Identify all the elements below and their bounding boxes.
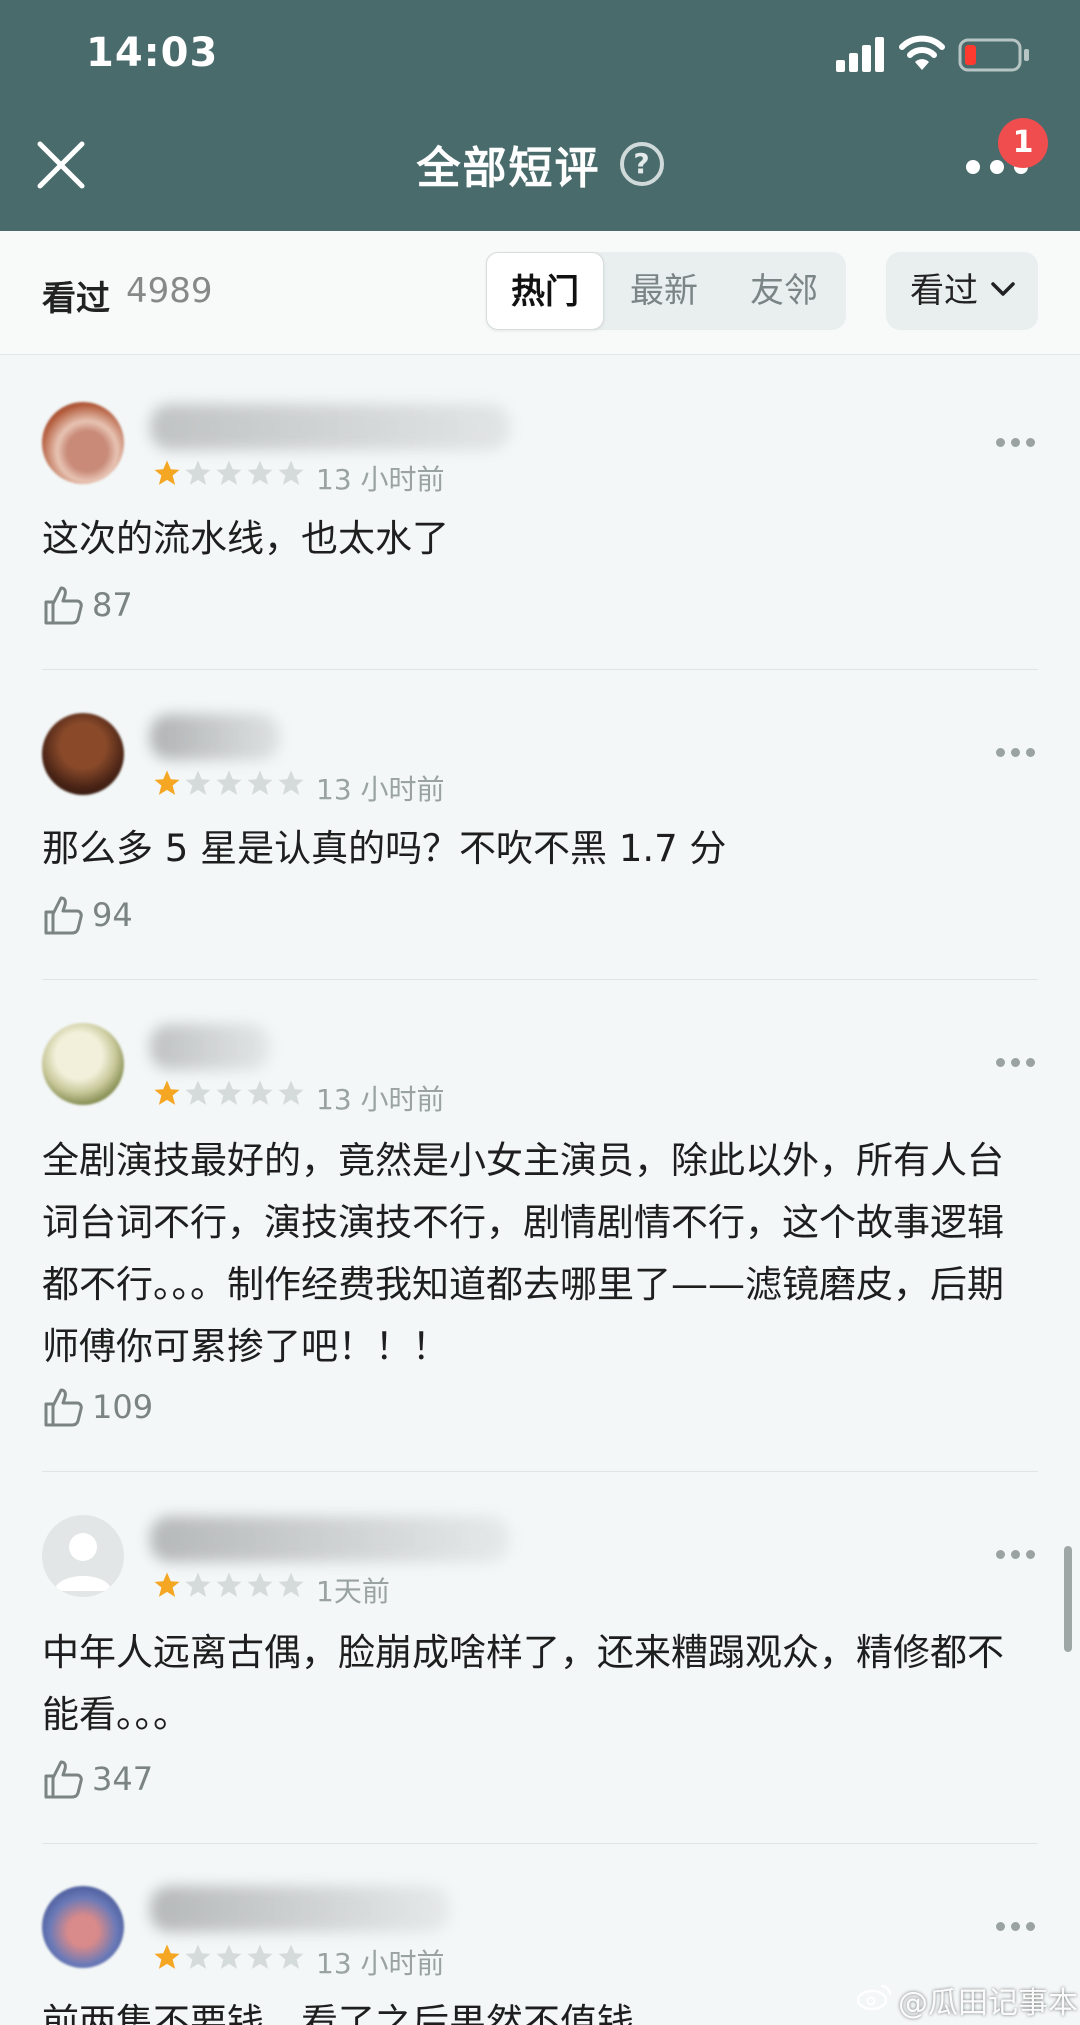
username[interactable] bbox=[150, 1024, 270, 1070]
sort-tabs: 热门 最新 友邻 bbox=[486, 252, 846, 330]
scrollbar[interactable] bbox=[1064, 1546, 1072, 1652]
review-more-button[interactable] bbox=[996, 1058, 1036, 1068]
help-icon[interactable]: ? bbox=[619, 142, 664, 186]
avatar[interactable] bbox=[42, 1515, 124, 1597]
thumbs-up-icon bbox=[44, 1388, 83, 1427]
star-filled-icon bbox=[154, 1944, 180, 1969]
title-area: 全部短评 ? bbox=[0, 132, 1080, 196]
star-empty-icon bbox=[216, 1080, 242, 1105]
review-time: 13 小时前 bbox=[316, 463, 445, 496]
review-time: 1天前 bbox=[316, 1575, 390, 1608]
tab-hot[interactable]: 热门 bbox=[486, 252, 604, 330]
star-rating bbox=[152, 458, 307, 490]
watched-count: 4989 bbox=[126, 271, 213, 311]
review-more-button[interactable] bbox=[996, 438, 1036, 448]
star-filled-icon bbox=[154, 1080, 180, 1105]
star-filled-icon bbox=[154, 460, 180, 485]
star-empty-icon bbox=[216, 1572, 242, 1597]
tab-latest[interactable]: 最新 bbox=[604, 252, 724, 330]
star-empty-icon bbox=[278, 1944, 304, 1969]
star-filled-icon bbox=[154, 1572, 180, 1597]
star-empty-icon bbox=[278, 460, 304, 485]
review-time: 13 小时前 bbox=[316, 773, 445, 806]
notification-badge: 1 bbox=[998, 118, 1048, 168]
star-empty-icon bbox=[216, 460, 242, 485]
review-more-button[interactable] bbox=[996, 1550, 1036, 1560]
dropdown-label: 看过 bbox=[910, 271, 978, 311]
page-title: 全部短评 bbox=[416, 143, 601, 194]
review-content: 全剧演技最好的，竟然是小女主演员，除此以外，所有人台词台词不行，演技演技不行，剧… bbox=[42, 1139, 1004, 1368]
star-empty-icon bbox=[278, 770, 304, 795]
status-time: 14:03 bbox=[86, 30, 219, 76]
review-more-button[interactable] bbox=[996, 748, 1036, 758]
avatar[interactable] bbox=[42, 402, 124, 484]
star-rating bbox=[152, 1942, 307, 1974]
top-bar: 14:03 全部短评 ? 1 bbox=[0, 0, 1080, 231]
star-empty-icon bbox=[185, 460, 211, 485]
wifi-icon bbox=[899, 35, 945, 70]
weibo-logo-icon bbox=[856, 1984, 892, 2011]
avatar[interactable] bbox=[42, 713, 124, 795]
username[interactable] bbox=[150, 1886, 450, 1932]
default-avatar-icon bbox=[54, 1533, 112, 1591]
star-empty-icon bbox=[278, 1080, 304, 1105]
battery-icon bbox=[958, 38, 1029, 72]
chevron-down-icon bbox=[991, 282, 1015, 296]
watched-label: 看过 bbox=[42, 279, 110, 319]
avatar[interactable] bbox=[42, 1023, 124, 1105]
tab-friends[interactable]: 友邻 bbox=[724, 252, 844, 330]
thumbs-up-icon bbox=[44, 1760, 83, 1799]
username[interactable] bbox=[150, 1516, 510, 1562]
star-empty-icon bbox=[278, 1572, 304, 1597]
review-more-button[interactable] bbox=[996, 1922, 1036, 1932]
like-count: 109 bbox=[92, 1388, 154, 1426]
like-count: 347 bbox=[92, 1760, 154, 1798]
review-time: 13 小时前 bbox=[316, 1947, 445, 1980]
star-empty-icon bbox=[185, 1080, 211, 1105]
thumbs-up-icon bbox=[44, 896, 83, 935]
review-content: 那么多 5 星是认真的吗？不吹不黑 1.7 分 bbox=[42, 827, 727, 870]
star-filled-icon bbox=[154, 770, 180, 795]
watermark: @瓜田记事本 bbox=[898, 1986, 1078, 2021]
review-content: 这次的流水线，也太水了 bbox=[42, 517, 449, 560]
star-empty-icon bbox=[216, 1944, 242, 1969]
username[interactable] bbox=[150, 404, 510, 450]
username[interactable] bbox=[150, 714, 280, 760]
star-empty-icon bbox=[247, 770, 273, 795]
star-rating bbox=[152, 768, 307, 800]
star-empty-icon bbox=[185, 1572, 211, 1597]
star-rating bbox=[152, 1570, 307, 1602]
star-empty-icon bbox=[247, 1944, 273, 1969]
watched-filter-dropdown[interactable]: 看过 bbox=[886, 252, 1038, 330]
signal-icon bbox=[836, 37, 884, 72]
star-empty-icon bbox=[216, 770, 242, 795]
star-empty-icon bbox=[247, 460, 273, 485]
thumbs-up-icon bbox=[44, 586, 83, 625]
star-empty-icon bbox=[247, 1080, 273, 1105]
divider bbox=[42, 1843, 1038, 1844]
star-rating bbox=[152, 1078, 307, 1110]
like-count: 94 bbox=[92, 896, 133, 934]
review-content: 中年人远离古偶，脸崩成啥样了，还来糟蹋观众，精修都不能看。。。 bbox=[42, 1631, 1004, 1736]
divider bbox=[42, 1471, 1038, 1472]
divider bbox=[42, 979, 1038, 980]
avatar[interactable] bbox=[42, 1886, 124, 1968]
review-time: 13 小时前 bbox=[316, 1083, 445, 1116]
star-empty-icon bbox=[185, 1944, 211, 1969]
star-empty-icon bbox=[185, 770, 211, 795]
divider bbox=[42, 669, 1038, 670]
star-empty-icon bbox=[247, 1572, 273, 1597]
like-count: 87 bbox=[92, 586, 133, 624]
